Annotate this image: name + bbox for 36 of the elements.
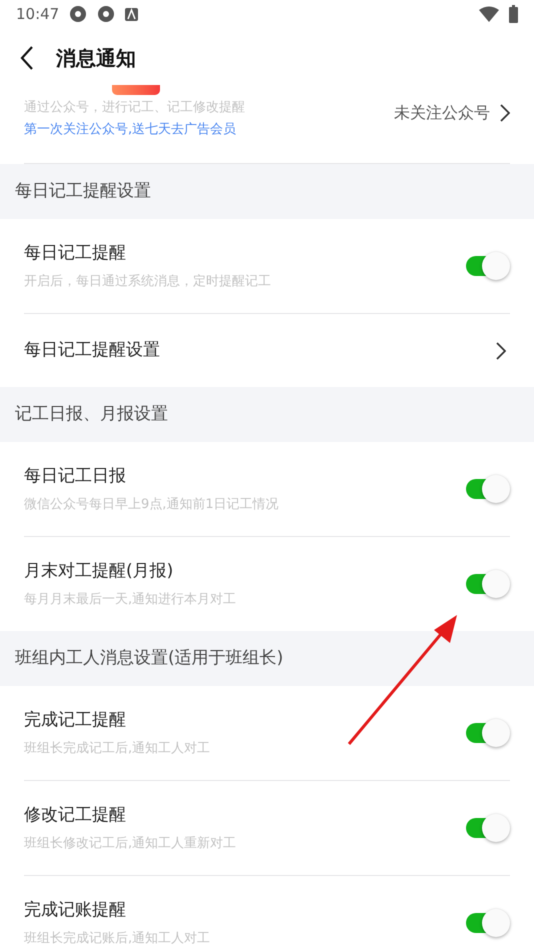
setting-label: 完成记工提醒 [24, 708, 127, 732]
app-icon [69, 5, 88, 23]
toggle-switch[interactable] [464, 569, 510, 599]
setting-label: 修改记工提醒 [24, 804, 127, 826]
setting-label: 月末对工提醒(月报) [24, 560, 174, 582]
description-text: 通过公众号，进行记工、记工修改提醒 [24, 99, 245, 117]
back-icon[interactable] [20, 46, 34, 70]
notification-icon [125, 8, 138, 20]
wifi-icon [479, 6, 499, 22]
toggle-switch[interactable] [464, 813, 510, 843]
status-time: 10:47 [16, 4, 60, 25]
section-header: 每日记工提醒设置 [0, 164, 534, 219]
section-header: 记工日报、月报设置 [0, 387, 534, 442]
setting-description: 每月月末最后一天,通知进行本月对工 [24, 591, 238, 609]
setting-description: 班组长完成记工后,通知工人对工 [24, 740, 212, 758]
setting-description: 班组长完成记账后,通知工人对工 [24, 930, 212, 948]
toggle-switch[interactable] [464, 474, 510, 504]
setting-description: 开启后，每日通过系统消息，定时提醒记工 [24, 273, 272, 291]
setting-label: 完成记账提醒 [24, 898, 127, 922]
promo-text: 第一次关注公众号,送七天去广告会员 [24, 120, 238, 138]
settings-link[interactable]: 每日记工提醒设置 [24, 314, 510, 387]
setting-label: 每日记工日报 [24, 464, 127, 488]
chevron-right-icon [500, 104, 510, 122]
badge-shape [112, 85, 160, 95]
app-icon [97, 5, 116, 23]
chevron-right-icon [496, 342, 506, 360]
toggle-switch[interactable] [464, 718, 510, 748]
battery-icon [509, 5, 518, 23]
toggle-switch[interactable] [464, 908, 510, 938]
setting-description: 微信公众号每日早上9点,通知前1日记工情况 [24, 496, 280, 514]
toggle-switch[interactable] [464, 251, 510, 281]
page-title: 消息通知 [56, 45, 136, 72]
setting-description: 班组长修改记工后,通知工人重新对工 [24, 835, 238, 853]
setting-label: 每日记工提醒 [24, 242, 127, 264]
follow-status-text[interactable]: 未关注公众号 [394, 101, 490, 125]
section-header: 班组内工人消息设置(适用于班组长) [0, 631, 534, 686]
